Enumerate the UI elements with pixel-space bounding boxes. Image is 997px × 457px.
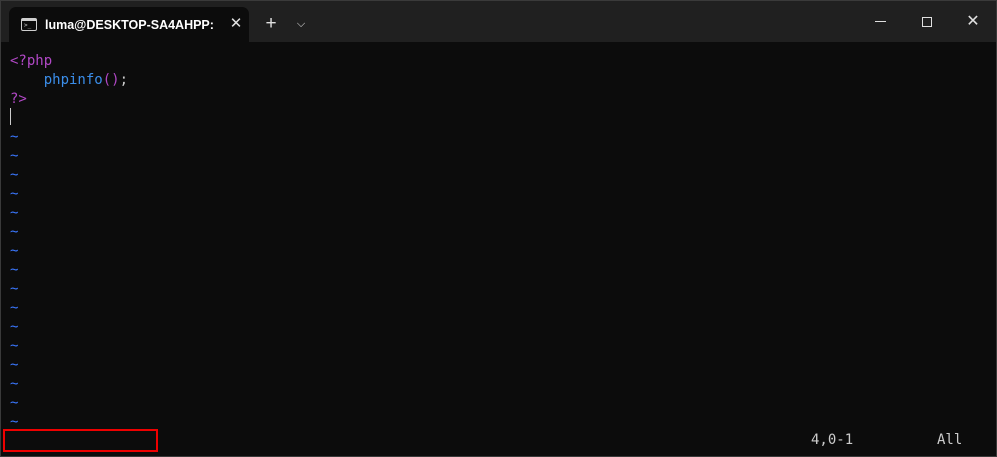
empty-line-tilde: ~ <box>10 319 19 335</box>
minimize-icon <box>874 21 886 22</box>
cursor-position: 4,0-1 <box>811 432 854 448</box>
new-tab-icon[interactable]: + <box>260 13 282 35</box>
empty-line-tilde: ~ <box>10 376 19 392</box>
empty-line-tilde: ~ <box>10 281 19 297</box>
command-line-highlight <box>3 429 158 452</box>
code-line: phpinfo(); <box>10 71 128 90</box>
chevron-down-icon[interactable]: ⌵ <box>290 13 312 35</box>
text-cursor <box>10 108 11 125</box>
tab-title: luma@DESKTOP-SA4AHPP: /v <box>45 18 213 32</box>
empty-line-tilde: ~ <box>10 167 19 183</box>
code-line: <?php <box>10 52 52 71</box>
empty-line-tilde: ~ <box>10 129 19 145</box>
empty-line-tilde: ~ <box>10 300 19 316</box>
code-token: phpinfo <box>10 72 103 88</box>
terminal-tab[interactable]: >_ luma@DESKTOP-SA4AHPP: /v ✕ <box>9 7 249 42</box>
close-button[interactable]: ✕ <box>950 1 996 42</box>
maximize-button[interactable] <box>904 1 950 42</box>
code-token: () <box>102 72 120 88</box>
terminal-window: >_ luma@DESKTOP-SA4AHPP: /v ✕ + ⌵ ✕ <?ph… <box>0 0 997 457</box>
empty-line-tilde: ~ <box>10 186 19 202</box>
maximize-icon <box>922 16 932 27</box>
vim-editor[interactable]: <?php phpinfo(); ?> ~ ~ ~ ~ ~ ~ ~ ~ ~ ~ ~ ~ ~ ~ ~ ~ <box>1 42 996 456</box>
title-bar: >_ luma@DESKTOP-SA4AHPP: /v ✕ + ⌵ ✕ <box>1 1 996 42</box>
tab-close-icon[interactable]: ✕ <box>228 16 244 32</box>
empty-line-tilde: ~ <box>10 148 19 164</box>
empty-line-tilde: ~ <box>10 357 19 373</box>
close-icon: ✕ <box>966 12 980 30</box>
empty-line-tilde: ~ <box>10 338 19 354</box>
code-token: ?> <box>10 91 27 107</box>
terminal-icon: >_ <box>21 18 37 31</box>
scroll-position: All <box>937 432 963 448</box>
empty-line-tilde: ~ <box>10 262 19 278</box>
empty-line-tilde: ~ <box>10 205 19 221</box>
empty-line-tilde: ~ <box>10 243 19 259</box>
code-line: ?> <box>10 90 27 109</box>
empty-line-tilde: ~ <box>10 395 19 411</box>
empty-line-tilde: ~ <box>10 224 19 240</box>
minimize-button[interactable] <box>857 1 903 42</box>
code-token: <?php <box>10 53 53 69</box>
code-token: ; <box>119 72 129 88</box>
